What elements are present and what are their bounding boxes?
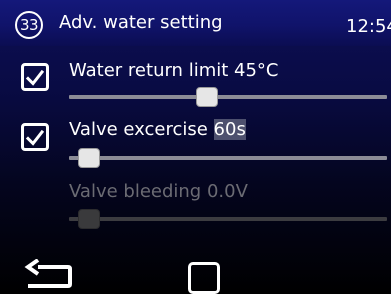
back-arrow-icon xyxy=(24,258,72,288)
screen-title: Adv. water setting xyxy=(59,12,223,33)
water-return-limit-slider-thumb[interactable] xyxy=(196,87,219,107)
page-number-badge: 33 xyxy=(15,11,43,39)
title-bar: 33 Adv. water setting 12:54 xyxy=(0,0,391,46)
water-return-limit-slider-track[interactable] xyxy=(69,95,387,99)
valve-excercise-slider-track[interactable] xyxy=(69,156,387,160)
valve-excercise-label: Valve excercise 60s xyxy=(69,119,246,140)
valve-bleeding-slider-thumb xyxy=(77,209,100,229)
back-button[interactable] xyxy=(24,258,72,293)
valve-excercise-checkbox[interactable] xyxy=(21,123,49,151)
clock: 12:54 xyxy=(346,16,391,37)
checkmark-icon xyxy=(25,69,45,86)
adv-water-setting-screen: 33 Adv. water setting 12:54 Water return… xyxy=(0,0,391,294)
water-return-limit-label: Water return limit 45°C xyxy=(69,60,279,81)
home-button[interactable] xyxy=(188,262,220,294)
valve-excercise-value-cursor[interactable]: 60s xyxy=(213,119,246,140)
water-return-limit-checkbox[interactable] xyxy=(21,63,49,91)
valve-excercise-slider-thumb[interactable] xyxy=(77,148,100,168)
valve-bleeding-slider-track xyxy=(69,217,387,221)
checkmark-icon xyxy=(25,129,45,146)
valve-bleeding-label: Valve bleeding 0.0V xyxy=(69,181,248,202)
